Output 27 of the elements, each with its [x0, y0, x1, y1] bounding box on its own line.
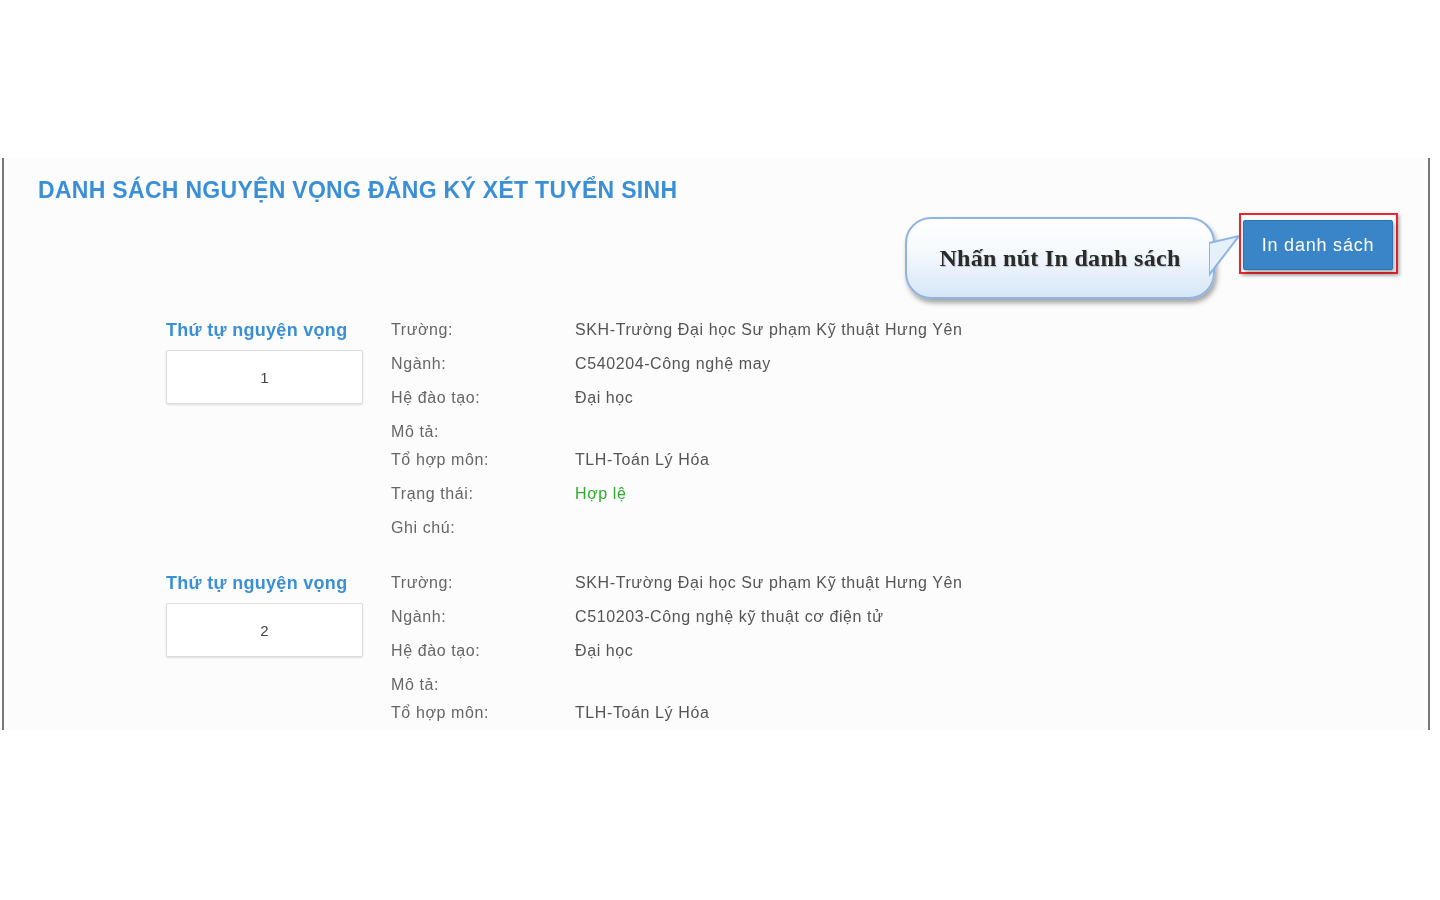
- field-label: Hệ đào tạo:: [391, 641, 482, 661]
- callout-text: Nhấn nút In danh sách: [939, 244, 1181, 273]
- order-field[interactable]: 2: [166, 603, 363, 657]
- field-value: TLH-Toán Lý Hóa: [575, 450, 710, 470]
- field-label: Ngành:: [391, 354, 448, 374]
- order-field[interactable]: 1: [166, 350, 363, 404]
- status-text: Hợp lệ: [575, 484, 627, 504]
- field-value: SKH-Trường Đại học Sư phạm Kỹ thuật Hưng Yên: [575, 573, 963, 593]
- order-label: Thứ tự nguyện vọng: [166, 320, 349, 340]
- field-label: Ngành:: [391, 607, 448, 627]
- field-value: Đại học: [575, 641, 634, 661]
- field-label: Tổ hợp môn:: [391, 703, 491, 723]
- field-label: Tổ hợp môn:: [391, 450, 491, 470]
- field-label: Trường:: [391, 320, 455, 340]
- field-value: Đại học: [575, 388, 634, 408]
- field-label: Trạng thái:: [391, 484, 475, 504]
- field-value: TLH-Toán Lý Hóa: [575, 703, 710, 723]
- page-title: DANH SÁCH NGUYỆN VỌNG ĐĂNG KÝ XÉT TUYỂN SINH: [38, 177, 678, 203]
- order-label: Thứ tự nguyện vọng: [166, 573, 349, 593]
- field-label: Ghi chú:: [391, 518, 457, 538]
- field-value: SKH-Trường Đại học Sư phạm Kỹ thuật Hưng Yên: [575, 320, 963, 340]
- field-label: Hệ đào tạo:: [391, 388, 482, 408]
- field-label: Mô tả:: [391, 675, 441, 695]
- print-list-button[interactable]: In danh sách: [1243, 220, 1393, 270]
- field-label: Trường:: [391, 573, 455, 593]
- field-value: C540204-Công nghệ may: [575, 354, 771, 374]
- field-value: C510203-Công nghệ kỹ thuật cơ điện tử: [575, 607, 884, 627]
